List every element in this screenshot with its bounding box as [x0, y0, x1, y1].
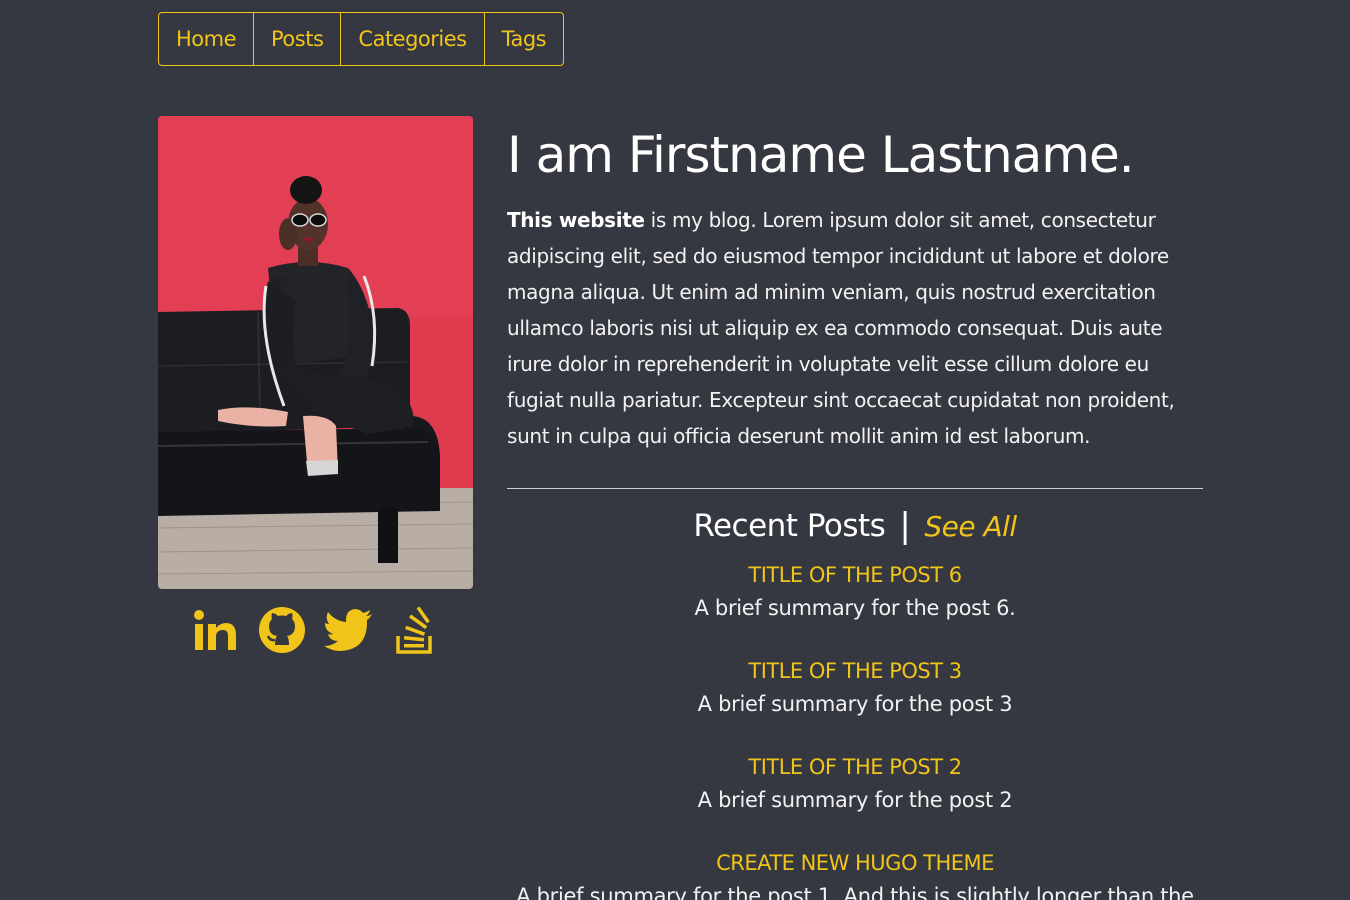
top-nav: Home Posts Categories Tags	[158, 12, 565, 66]
nav-item-home[interactable]: Home	[159, 13, 255, 65]
see-all-link[interactable]: See All	[924, 510, 1017, 543]
nav-item-tags[interactable]: Tags	[485, 13, 564, 65]
page-title: I am Firstname Lastname.	[507, 126, 1135, 184]
page: Home Posts Categories Tags I am Firstnam…	[0, 0, 1350, 900]
bio-strong: This website	[507, 208, 645, 232]
bio-body: is my blog. Lorem ipsum dolor sit amet, …	[507, 208, 1175, 448]
post-title-link[interactable]: TITLE OF THE POST 2	[507, 752, 1203, 782]
recent-posts-title: Recent Posts	[693, 508, 886, 544]
post-title-link[interactable]: TITLE OF THE POST 3	[507, 656, 1203, 686]
stackoverflow-icon[interactable]	[390, 605, 440, 655]
post-title-link[interactable]: TITLE OF THE POST 6	[507, 560, 1203, 590]
post-item: TITLE OF THE POST 6 A brief summary for …	[507, 560, 1203, 626]
social-links	[190, 604, 440, 656]
github-icon[interactable]	[257, 605, 307, 655]
nav-item-posts[interactable]: Posts	[254, 13, 342, 65]
post-item: TITLE OF THE POST 2 A brief summary for …	[507, 752, 1203, 818]
post-title-link[interactable]: CREATE NEW HUGO THEME	[507, 848, 1203, 878]
linkedin-icon[interactable]	[190, 605, 240, 655]
twitter-icon[interactable]	[323, 605, 373, 655]
post-item: CREATE NEW HUGO THEME A brief summary fo…	[507, 848, 1203, 900]
post-summary: A brief summary for the post 3	[697, 692, 1013, 716]
heading-separator: |	[899, 506, 911, 546]
post-summary: A brief summary for the post 6.	[694, 596, 1016, 620]
profile-photo	[158, 116, 473, 589]
post-item: TITLE OF THE POST 3 A brief summary for …	[507, 656, 1203, 722]
nav-item-categories[interactable]: Categories	[341, 13, 485, 65]
bio-text: This website is my blog. Lorem ipsum dol…	[507, 202, 1203, 454]
recent-posts: Recent Posts | See All TITLE OF THE POST…	[507, 500, 1203, 900]
post-summary: A brief summary for the post 1. And this…	[516, 884, 1194, 900]
post-summary: A brief summary for the post 2	[697, 788, 1013, 812]
recent-posts-heading: Recent Posts | See All	[693, 500, 1017, 552]
intro-section: I am Firstname Lastname. This website is…	[507, 118, 1203, 454]
divider	[507, 488, 1203, 489]
